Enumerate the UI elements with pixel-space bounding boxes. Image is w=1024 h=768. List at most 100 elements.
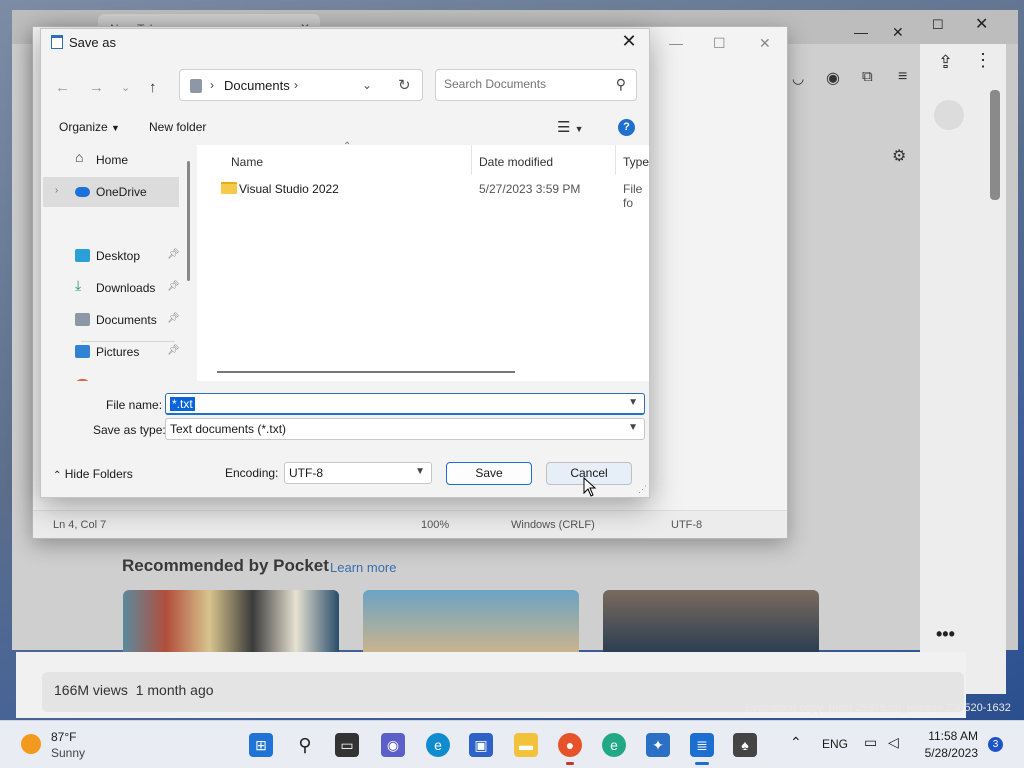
network-icon[interactable]: ▭ <box>864 734 877 751</box>
search-icon[interactable]: ⚲ <box>293 733 317 757</box>
encoding-value: UTF-8 <box>289 466 323 480</box>
chevron-right-icon[interactable]: › <box>210 78 214 92</box>
close-icon[interactable]: ✕ <box>892 24 904 41</box>
pin-icon[interactable]: 📌︎ <box>167 249 180 260</box>
extensions-icon[interactable]: ⧉ <box>862 68 873 85</box>
nav-item-home[interactable]: ⌂ Home <box>43 145 179 175</box>
file-explorer-icon[interactable]: ▬ <box>514 733 538 757</box>
notepad-icon <box>51 35 63 49</box>
maximize-icon[interactable]: ☐ <box>932 17 944 33</box>
nav-item-music[interactable] <box>43 371 179 381</box>
gear-icon[interactable]: ⚙ <box>892 146 906 166</box>
maximize-icon[interactable]: ☐ <box>713 35 726 52</box>
encoding-select[interactable]: UTF-8 ▼ <box>284 462 432 484</box>
minimize-icon[interactable]: — <box>854 24 868 40</box>
command-bar: Organize ▼ New folder ☰ ▼ ? <box>41 113 649 143</box>
nav-item-downloads[interactable]: ⤓ Downloads 📌︎ <box>43 273 180 303</box>
pocket-icon[interactable]: ◡ <box>792 70 804 87</box>
address-bar[interactable]: › Documents › ⌄ ↻ <box>179 69 423 101</box>
scrollbar[interactable] <box>990 90 1000 200</box>
pin-icon[interactable]: 📌︎ <box>167 313 180 324</box>
forward-arrow-icon[interactable]: → <box>89 79 104 96</box>
close-icon[interactable]: ✕ <box>617 31 641 52</box>
file-type: File fo <box>623 182 643 210</box>
refresh-icon[interactable]: ↻ <box>398 76 411 94</box>
close-window-icon[interactable]: ✕ <box>975 14 988 34</box>
chevron-down-icon[interactable]: ▼ <box>628 397 638 408</box>
new-folder-button[interactable]: New folder <box>149 120 206 134</box>
app-icon[interactable]: ✦ <box>646 733 670 757</box>
firefox-icon[interactable]: ● <box>558 733 582 757</box>
horizontal-scrollbar[interactable] <box>217 371 515 373</box>
pocket-card-thumbnail[interactable] <box>603 590 819 652</box>
chat-icon[interactable]: ◉ <box>381 733 405 757</box>
sun-icon[interactable] <box>21 734 41 754</box>
pocket-heading: Recommended by Pocket <box>122 556 329 575</box>
save-button[interactable]: Save <box>446 462 532 485</box>
notepad-icon[interactable]: ≣ <box>690 733 714 757</box>
cursor-position: Ln 4, Col 7 <box>53 519 107 531</box>
upload-icon[interactable]: ⇪ <box>938 52 953 73</box>
volume-muted-icon[interactable]: ◁ <box>888 734 899 751</box>
weather-temp[interactable]: 87°F <box>51 730 76 744</box>
close-icon[interactable]: ✕ <box>759 35 771 52</box>
clock[interactable]: 11:58 AM 5/28/2023 <box>922 729 978 760</box>
chevron-right-icon[interactable]: › <box>294 78 298 92</box>
pocket-card-thumbnail[interactable] <box>363 590 579 652</box>
chevron-down-icon[interactable]: ▼ <box>628 422 638 433</box>
save-as-dialog: Save as ✕ ← → ⌄ ↑ › Documents › ⌄ ↻ ⚲ Or… <box>40 28 650 498</box>
chevron-down-icon[interactable]: ▼ <box>415 466 425 477</box>
nav-item-label: OneDrive <box>96 185 147 199</box>
chevron-up-icon[interactable]: ⌃ <box>790 734 802 751</box>
weather-condition[interactable]: Sunny <box>51 746 85 760</box>
account-icon[interactable]: ◉ <box>826 68 840 88</box>
nav-item-documents[interactable]: Documents 📌︎ <box>43 305 180 335</box>
hide-folders-button[interactable]: ⌃ Hide Folders <box>53 467 133 481</box>
store-icon[interactable]: ▣ <box>469 733 493 757</box>
column-header-date-modified[interactable]: Date modified <box>479 155 553 169</box>
file-name-value[interactable]: *.txt <box>170 397 195 411</box>
pin-icon[interactable]: 📌︎ <box>167 281 180 292</box>
learn-more-link[interactable]: Learn more <box>330 560 396 575</box>
search-input[interactable] <box>444 77 604 91</box>
minimize-icon[interactable]: — <box>669 35 683 51</box>
chevron-down-icon[interactable]: ⌄ <box>362 78 372 92</box>
desktop-icon <box>75 249 90 262</box>
nav-item-pictures[interactable]: Pictures 📌︎ <box>43 337 180 367</box>
notepad-status-bar: Ln 4, Col 7 100% Windows (CRLF) UTF-8 <box>33 510 787 538</box>
pocket-card-thumbnail[interactable] <box>123 590 339 652</box>
nav-item-onedrive[interactable]: › OneDrive <box>43 177 179 207</box>
pin-icon[interactable]: 📌︎ <box>167 345 180 356</box>
back-arrow-icon[interactable]: ← <box>55 79 70 96</box>
edge-icon[interactable]: e <box>426 733 450 757</box>
column-divider[interactable] <box>471 145 472 175</box>
task-view-icon[interactable]: ▭ <box>335 733 359 757</box>
view-options-icon[interactable]: ☰ ▼ <box>557 118 584 136</box>
column-header-name[interactable]: Name <box>231 155 263 169</box>
menu-icon[interactable]: ≡ <box>898 68 907 86</box>
language-indicator[interactable]: ENG <box>822 737 848 751</box>
resize-grip-icon[interactable]: ⋰ <box>638 484 647 495</box>
column-divider[interactable] <box>615 145 616 175</box>
save-as-type-select[interactable]: Text documents (*.txt) ▼ <box>165 418 645 440</box>
breadcrumb[interactable]: Documents <box>224 78 290 93</box>
organize-button[interactable]: Organize ▼ <box>59 120 120 134</box>
more-options-icon[interactable]: ••• <box>936 624 955 645</box>
file-name-field[interactable]: *.txt ▼ <box>165 393 645 415</box>
avatar[interactable] <box>934 100 964 130</box>
solitaire-icon[interactable]: ♠ <box>733 733 757 757</box>
start-icon[interactable]: ⊞ <box>249 733 273 757</box>
nav-item-desktop[interactable]: Desktop 📌︎ <box>43 241 180 271</box>
search-icon[interactable]: ⚲ <box>616 76 626 93</box>
help-icon[interactable]: ? <box>618 119 635 136</box>
recent-locations-icon[interactable]: ⌄ <box>121 81 130 94</box>
navigation-scrollbar[interactable] <box>187 161 190 281</box>
up-arrow-icon[interactable]: ↑ <box>149 79 157 96</box>
file-row[interactable]: Visual Studio 2022 5/27/2023 3:59 PM Fil… <box>197 179 642 210</box>
edge-dev-icon[interactable]: e <box>602 733 626 757</box>
menu-icon[interactable]: ⋮ <box>974 50 992 71</box>
column-header-type[interactable]: Type <box>623 155 649 169</box>
chevron-right-icon[interactable]: › <box>55 185 58 196</box>
search-box[interactable]: ⚲ <box>435 69 637 101</box>
notification-badge[interactable]: 3 <box>988 737 1003 752</box>
